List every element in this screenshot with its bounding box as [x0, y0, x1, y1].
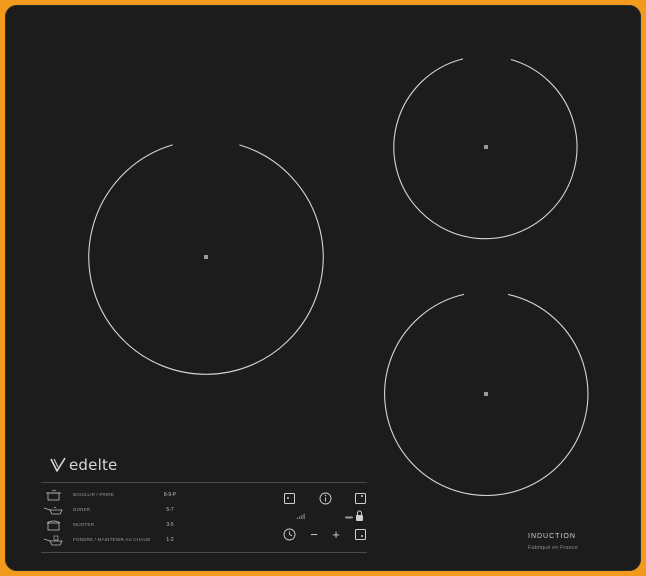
pan-icon — [41, 503, 67, 517]
zone-front-left[interactable] — [88, 144, 324, 375]
melt-pan-icon — [41, 533, 67, 547]
zone-front-left-ring — [239, 144, 324, 343]
zone-rear-right-ring-left — [393, 58, 464, 212]
zone-select-front-right-button[interactable] — [354, 528, 366, 540]
zone-rear-right-center — [484, 145, 488, 149]
boil-pot-icon — [41, 488, 67, 502]
timer-icon — [283, 528, 295, 540]
timer-button[interactable] — [282, 527, 296, 541]
zone-rear-right[interactable] — [393, 58, 578, 240]
minus-button[interactable]: − — [307, 526, 321, 542]
guide-label: FONDRE / MAINTENIR AU CHAUD — [73, 537, 151, 542]
plus-button[interactable]: + — [329, 526, 343, 542]
zone-rear-right-ring-bottom — [419, 210, 550, 240]
zone-select-rear-right-button[interactable] — [354, 492, 366, 504]
guide-label: DORER — [73, 507, 91, 512]
v-check-logo-icon — [50, 457, 66, 472]
zone-front-left-ring-lower — [88, 144, 173, 343]
guide-row: MIJOTER 3-5 — [41, 517, 201, 532]
lock-button[interactable] — [343, 510, 367, 522]
origin-label: Fabriqué en France — [528, 545, 578, 551]
power-level-icon — [297, 513, 305, 519]
zone-rear-right-ring — [510, 58, 578, 213]
guide-label: BOUILLIR / FRIRE — [73, 492, 114, 497]
divider-bottom — [41, 552, 367, 553]
zone-front-right-center — [484, 392, 488, 396]
guide-row: FONDRE / MAINTENIR AU CHAUD 1-2 — [41, 532, 201, 547]
guide-row: DORER 5-7 — [41, 502, 201, 517]
guide-level: 3-5 — [166, 521, 174, 528]
zone-front-right-ring — [507, 293, 589, 464]
zone-front-right[interactable] — [384, 293, 589, 497]
zone-front-right-ring-bottom — [408, 459, 562, 497]
info-icon — [319, 492, 331, 504]
divider-top — [41, 482, 367, 483]
simmer-pot-icon — [41, 518, 67, 532]
zone-front-right-ring-left — [384, 293, 465, 461]
induction-label: INDUCTION — [528, 533, 576, 540]
zone-front-left-center — [204, 255, 208, 259]
zone-select-left-button[interactable] — [283, 492, 295, 504]
zone-front-left-ring-bottom — [125, 341, 287, 375]
info-button[interactable] — [318, 491, 332, 505]
brand-name: edelte — [69, 456, 118, 474]
plus-icon: + — [332, 526, 340, 542]
guide-level: 5-7 — [166, 506, 174, 513]
guide-row: BOUILLIR / FRIRE 8-9-P — [41, 487, 201, 502]
guide-level: 1-2 — [166, 536, 174, 543]
minus-icon: − — [310, 526, 318, 542]
power-level-indicator — [296, 512, 306, 520]
cooking-guide: BOUILLIR / FRIRE 8-9-P DORER 5-7 MIJOTER… — [41, 487, 201, 547]
guide-level: 8-9-P — [163, 491, 177, 498]
lock-icon — [345, 510, 363, 521]
brand-logo: edelte — [49, 454, 117, 476]
guide-label: MIJOTER — [73, 522, 95, 527]
